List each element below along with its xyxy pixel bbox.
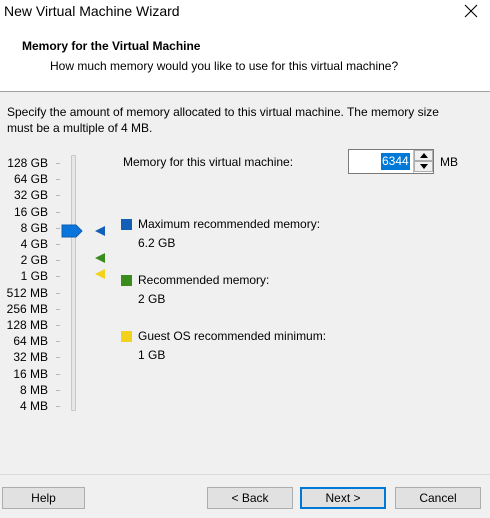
help-button[interactable]: Help — [2, 487, 85, 509]
max-recommended-marker-icon — [95, 226, 105, 236]
minimum-marker-icon — [95, 269, 105, 279]
memory-slider-thumb[interactable] — [61, 224, 83, 238]
chevron-down-icon — [420, 164, 428, 169]
scale-tick — [56, 373, 60, 375]
scale-label: 32 MB — [13, 350, 48, 365]
scale-tick — [56, 406, 60, 407]
page-subtitle: How much memory would you like to use fo… — [50, 59, 399, 73]
scale-label: 8 MB — [19, 382, 48, 397]
scale-tick — [56, 227, 60, 229]
chevron-up-icon — [420, 153, 428, 158]
back-button[interactable]: < Back — [207, 487, 293, 509]
title-bar: New Virtual Machine Wizard — [0, 0, 490, 24]
scale-label: 128 MB — [6, 318, 48, 332]
window-title: New Virtual Machine Wizard — [4, 3, 180, 19]
guest-minimum-swatch — [121, 331, 132, 342]
recommended-swatch — [121, 275, 132, 286]
scale-label: 512 MB — [6, 285, 48, 300]
memory-field-label: Memory for this virtual machine: — [123, 155, 294, 169]
scale-tick — [56, 341, 60, 343]
scale-tick — [56, 244, 60, 245]
next-button[interactable]: Next > — [300, 487, 386, 509]
scale-label: 1 GB — [20, 269, 48, 284]
scale-tick — [56, 325, 60, 326]
max-recommended-label: Maximum recommended memory: — [138, 217, 321, 231]
memory-spin-buttons — [413, 150, 433, 173]
scale-tick — [56, 260, 60, 262]
scale-label: 16 MB — [13, 366, 48, 381]
memory-unit-label: MB — [440, 155, 458, 169]
memory-slider-track[interactable] — [71, 155, 76, 411]
recommended-value: 2 GB — [138, 292, 166, 306]
close-icon — [464, 4, 478, 18]
recommended-label: Recommended memory: — [138, 273, 270, 287]
memory-scale-ticks — [56, 156, 62, 416]
scale-tick — [56, 179, 60, 181]
scale-label: 64 GB — [13, 172, 48, 187]
guest-minimum-label: Guest OS recommended minimum: — [138, 329, 327, 343]
scale-tick — [56, 195, 60, 197]
memory-input[interactable]: 6344 — [381, 153, 410, 170]
scale-label: 256 MB — [6, 301, 48, 316]
scale-tick — [56, 276, 60, 278]
scale-tick — [56, 163, 60, 164]
recommended-marker-icon — [95, 253, 105, 263]
scale-label: 8 GB — [20, 220, 48, 235]
cancel-button[interactable]: Cancel — [395, 487, 481, 509]
scale-label: 64 MB — [13, 334, 48, 349]
scale-tick — [56, 308, 60, 310]
wizard-header: Memory for the Virtual Machine How much … — [0, 24, 490, 92]
page-title: Memory for the Virtual Machine — [22, 39, 201, 53]
scale-label: 32 GB — [13, 188, 48, 203]
scale-label: 128 GB — [7, 156, 48, 170]
scale-tick — [56, 211, 60, 213]
memory-increment-button[interactable] — [414, 150, 433, 161]
description-text: Specify the amount of memory allocated t… — [7, 105, 439, 135]
memory-decrement-button[interactable] — [414, 161, 433, 172]
close-button[interactable] — [459, 0, 490, 24]
scale-tick — [56, 292, 60, 294]
scale-label: 16 GB — [13, 204, 48, 219]
memory-spinbox[interactable]: 6344 — [348, 149, 434, 174]
max-recommended-swatch — [121, 219, 132, 230]
footer-divider — [0, 474, 490, 475]
scale-label: 4 MB — [19, 399, 48, 413]
guest-minimum-value: 1 GB — [138, 348, 166, 362]
scale-label: 2 GB — [20, 253, 48, 268]
scale-label: 4 GB — [20, 237, 48, 251]
scale-tick — [56, 357, 60, 359]
max-recommended-value: 6.2 GB — [138, 236, 176, 250]
scale-tick — [56, 389, 60, 391]
